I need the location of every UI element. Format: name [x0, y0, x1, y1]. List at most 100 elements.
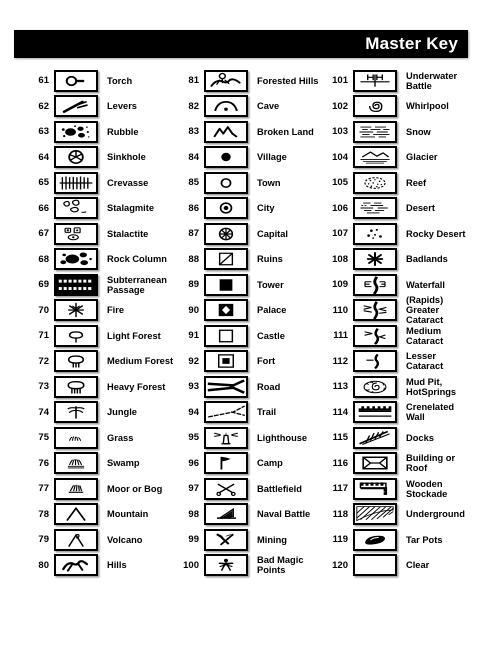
key-entry-81: 81 Forested Hills	[178, 68, 333, 94]
entry-number: 106	[332, 202, 348, 214]
entry-label-line1: Forested Hills	[257, 75, 319, 86]
entry-label-line1: Mountain	[107, 509, 149, 520]
key-entry-86: 86 City	[178, 196, 333, 222]
entry-label: (Rapids) Greater Cataract	[397, 295, 497, 325]
entry-number: 62	[38, 100, 49, 112]
entry-label: City	[248, 203, 333, 213]
entry-label-line1: Fort	[257, 356, 276, 367]
entry-label: Rock Column	[98, 254, 178, 264]
key-entry-62: 62 Levers	[28, 94, 178, 120]
entry-label: Grass	[98, 433, 178, 443]
entry-label2: Passage	[107, 284, 145, 295]
entry-number: 78	[38, 508, 49, 520]
entry-number: 70	[38, 304, 49, 316]
battlefield-icon	[204, 477, 248, 500]
docks-icon	[353, 426, 397, 449]
entry-label-line1: Camp	[257, 458, 283, 469]
entry-number: 107	[332, 228, 348, 239]
entry-number: 98	[188, 508, 199, 520]
cave-icon	[204, 95, 248, 118]
key-entry-91: 91 Castle	[178, 323, 333, 349]
rubble-icon	[54, 120, 98, 143]
entry-label: Volcano	[98, 535, 178, 545]
key-entry-105: 105 Reef	[327, 170, 497, 196]
whirlpool-icon	[353, 95, 397, 118]
grass-icon	[54, 426, 98, 449]
swamp-icon	[54, 452, 98, 475]
key-entry-110: 110 (Rapids) Greater Cataract	[327, 295, 497, 325]
key-entry-61: 61 Torch	[28, 68, 178, 94]
bad-magic-points-icon	[204, 554, 248, 577]
key-entry-102: 102 Whirlpool	[327, 94, 497, 120]
crevasse-icon	[54, 171, 98, 194]
entry-label-line1: Medium	[406, 325, 442, 336]
entry-label: Building or Roof	[397, 453, 497, 473]
entry-label-line1: Castle	[257, 330, 285, 341]
mountain-icon	[54, 503, 98, 526]
entry-label-line1: Light Forest	[107, 330, 161, 341]
entry-label-line1: Crevasse	[107, 177, 149, 188]
entry-label-line1: Moor or Bog	[107, 483, 163, 494]
entry-number: 115	[332, 432, 348, 443]
entry-label-line1: Medium Forest	[107, 356, 174, 367]
entry-number: 65	[38, 177, 49, 188]
entry-number: 87	[188, 228, 199, 239]
entry-label: Mountain	[98, 509, 178, 519]
key-entry-116: 116 Building or Roof	[327, 451, 497, 477]
mining-icon	[204, 528, 248, 551]
entry-number: 86	[188, 202, 199, 214]
entry-label: Castle	[248, 331, 333, 341]
entry-label-line1: Broken Land	[257, 126, 314, 137]
entry-label: Stalagmite	[98, 203, 178, 213]
key-entry-74: 74 Jungle	[28, 400, 178, 426]
entry-number: 88	[188, 253, 199, 265]
key-entry-98: 98 Naval Battle	[178, 502, 333, 528]
entry-number: 93	[188, 381, 199, 392]
jungle-icon	[54, 401, 98, 424]
entry-label-line1: Waterfall	[406, 279, 445, 290]
medium-cataract-icon	[353, 324, 397, 347]
sinkhole-icon	[54, 146, 98, 169]
entry-label-line1: Battlefield	[257, 483, 302, 494]
entry-label-line1: Badlands	[406, 254, 448, 265]
mud-pit-hot-springs-icon	[353, 375, 397, 398]
entry-number: 61	[38, 75, 49, 86]
fort-icon	[204, 350, 248, 373]
entry-label: Underground	[397, 509, 497, 519]
volcano-icon	[54, 528, 98, 551]
entry-label: Stalactite	[98, 229, 178, 239]
key-entry-108: 108 Badlands	[327, 247, 497, 273]
key-entry-66: 66 Stalagmite	[28, 196, 178, 222]
moor-or-bog-icon	[54, 477, 98, 500]
entry-label: Medium Cataract	[397, 326, 497, 346]
key-entry-112: 112 Lesser Cataract	[327, 349, 497, 375]
entry-label: Wooden Stockade	[397, 479, 497, 499]
key-entry-104: 104 Glacier	[327, 145, 497, 171]
key-entry-73: 73 Heavy Forest	[28, 374, 178, 400]
entry-label: Trail	[248, 407, 333, 417]
entry-number: 79	[38, 534, 49, 545]
header-bar: Master Key	[14, 30, 468, 58]
key-entry-111: 111 Medium Cataract	[327, 323, 497, 349]
entry-number: 97	[188, 483, 199, 494]
entry-label2: HotSprings	[406, 386, 457, 397]
entry-number: 94	[188, 406, 199, 418]
entry-number: 103	[332, 126, 348, 137]
entry-label-line1: Bad Magic Points	[257, 555, 304, 576]
key-entry-113: 113 Mud Pit, HotSprings	[327, 374, 497, 400]
entry-label-line1: Building or	[406, 453, 456, 464]
key-entry-70: 70 Fire	[28, 298, 178, 324]
tar-pots-icon	[353, 528, 397, 551]
entry-label: Fort	[248, 356, 333, 366]
entry-number: 90	[188, 304, 199, 316]
entry-label: Waterfall	[397, 280, 497, 290]
key-entry-85: 85 Town	[178, 170, 333, 196]
fire-icon	[54, 299, 98, 322]
entry-number: 117	[332, 483, 348, 494]
rocky-desert-icon	[353, 222, 397, 245]
entry-number: 105	[332, 177, 348, 188]
entry-label2: Greater	[406, 305, 440, 316]
entry-label: Lesser Cataract	[397, 351, 497, 371]
key-entry-76: 76 Swamp	[28, 451, 178, 477]
entry-label-line1: Mud Pit,	[406, 376, 443, 387]
